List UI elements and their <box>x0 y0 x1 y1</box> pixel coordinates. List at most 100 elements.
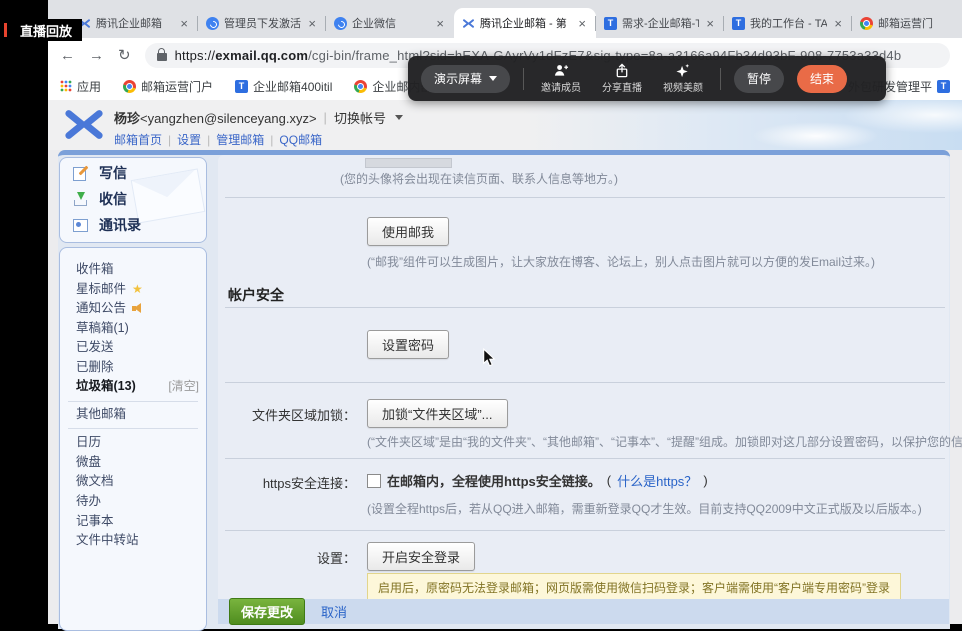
sidebar-item-calendar[interactable]: 日历 <box>60 433 206 453</box>
tab-mail-portal[interactable]: 邮箱运营门 <box>852 8 962 38</box>
chrome-circle-icon <box>123 80 136 93</box>
tab-bar: 腾讯企业邮箱 × 管理员下发激活码 × 企业微信 × 腾讯企业邮箱 - 第 × … <box>48 0 962 38</box>
share-live-button[interactable]: 分享直播 <box>598 63 646 94</box>
clipped-avatar-control <box>365 158 452 168</box>
divider <box>225 382 945 383</box>
sidebar-item-todo[interactable]: 待办 <box>60 492 206 512</box>
what-is-https-link[interactable]: 什么是https？ <box>617 471 697 490</box>
tab-close-icon[interactable]: × <box>832 16 844 31</box>
folder-drafts[interactable]: 草稿箱(1) <box>60 319 206 339</box>
pause-button[interactable]: 暂停 <box>734 65 784 93</box>
secure-login-button[interactable]: 开启安全登录 <box>367 542 475 571</box>
tab-label: 企业微信 <box>352 15 429 31</box>
tab-close-icon[interactable]: × <box>306 16 318 31</box>
folder-lock-button[interactable]: 加锁“文件夹区域”... <box>367 399 508 428</box>
bookmark-mail-portal[interactable]: 邮箱运营门户 <box>123 78 213 95</box>
receive-icon <box>73 191 89 207</box>
set-password-button[interactable]: 设置密码 <box>367 330 449 359</box>
tapd-icon: T <box>937 80 950 93</box>
folder-sent[interactable]: 已发送 <box>60 338 206 358</box>
tab-activation-codes[interactable]: 管理员下发激活码 × <box>198 8 326 38</box>
empty-spam-link[interactable]: [清空] <box>168 377 199 397</box>
avatar-hint: (您的头像将会出现在读信页面、联系人信息等地方。) <box>340 170 618 187</box>
folder-other-mail[interactable]: 其他邮箱 <box>60 405 206 425</box>
invite-members-button[interactable]: 邀请成员 <box>537 63 585 94</box>
secure-login-label: 设置： <box>218 548 356 567</box>
sidebar-item-weidocs[interactable]: 微文档 <box>60 472 206 492</box>
invite-members-label: 邀请成员 <box>541 79 581 94</box>
tab-label: 邮箱运营门 <box>878 15 962 31</box>
https-label: https安全连接： <box>218 473 356 492</box>
save-changes-button[interactable]: 保存更改 <box>229 598 305 625</box>
account-info: 杨珍<yangzhen@silenceyang.xyz> | 切换帐号 邮箱首页… <box>114 108 403 148</box>
folder-starred[interactable]: 星标邮件★ <box>60 280 206 300</box>
receive-button[interactable]: 收信 <box>60 186 206 212</box>
bookmark-label: 邮箱运营门户 <box>141 78 213 95</box>
paren-close: ) <box>703 473 707 488</box>
nav-manage-mail[interactable]: 管理邮箱 <box>216 131 264 148</box>
speaker-icon <box>132 303 144 313</box>
compose-button[interactable]: 写信 <box>60 160 206 186</box>
sidebar-item-file-transfer[interactable]: 文件中转站 <box>60 531 206 551</box>
paren-open: ( <box>607 473 611 488</box>
mouse-cursor <box>482 348 496 372</box>
https-checkbox[interactable] <box>367 474 381 488</box>
contacts-button[interactable]: 通讯录 <box>60 212 206 238</box>
folder-spam[interactable]: 垃圾箱(13)[清空] <box>60 377 206 397</box>
reload-icon[interactable]: ↻ <box>118 48 131 63</box>
https-setting-row: 在邮箱内，全程使用https安全链接。 ( 什么是https？ ) <box>367 471 708 490</box>
video-beauty-button[interactable]: 视频美颜 <box>659 63 707 94</box>
folder-announcements[interactable]: 通知公告 <box>60 299 206 319</box>
https-checkbox-text: 在邮箱内，全程使用https安全链接。 <box>387 471 601 490</box>
account-user: 杨珍<yangzhen@silenceyang.xyz> <box>114 108 317 127</box>
sidebar-folders: 收件箱 星标邮件★ 通知公告 草稿箱(1) 已发送 已删除 垃圾箱(13)[清空… <box>59 247 207 631</box>
divider <box>225 458 945 459</box>
mailme-hint: (“邮我”组件可以生成图片，让大家放在博客、论坛上，别人点击图片就可以方便的发E… <box>367 253 875 270</box>
tab-tapd-workbench[interactable]: T 我的工作台 - TAP × <box>724 8 852 38</box>
tab-label: 我的工作台 - TAP <box>750 15 827 31</box>
live-replay-badge: 直播回放 <box>2 19 82 41</box>
save-bar: 保存更改 取消 <box>218 599 949 624</box>
tab-exmail-1[interactable]: 腾讯企业邮箱 × <box>70 8 198 38</box>
tab-label: 腾讯企业邮箱 - 第 <box>480 15 571 31</box>
live-replay-label: 直播回放 <box>20 21 72 40</box>
forward-icon[interactable]: → <box>89 48 104 63</box>
exmail-header: 杨珍<yangzhen@silenceyang.xyz> | 切换帐号 邮箱首页… <box>48 100 962 150</box>
tab-close-icon[interactable]: × <box>434 16 446 31</box>
bookmark-exmail-400[interactable]: T 企业邮箱400itil <box>235 78 332 95</box>
receive-label: 收信 <box>99 189 127 209</box>
separator: | <box>168 133 171 147</box>
tab-close-icon[interactable]: × <box>576 16 588 31</box>
url-domain: exmail.qq.com <box>215 48 308 63</box>
divider <box>225 307 945 308</box>
separator: | <box>207 133 210 147</box>
switch-account-link[interactable]: 切换帐号 <box>334 108 386 127</box>
nav-settings[interactable]: 设置 <box>177 131 201 148</box>
present-screen-button[interactable]: 演示屏幕 <box>421 65 510 93</box>
tab-exmail-active[interactable]: 腾讯企业邮箱 - 第 × <box>454 8 596 38</box>
bookmark-label: 企业邮箱400itil <box>253 78 332 95</box>
folder-inbox[interactable]: 收件箱 <box>60 260 206 280</box>
tab-wecom[interactable]: 企业微信 × <box>326 8 454 38</box>
tab-tapd-requirement[interactable]: T 需求-企业邮箱-TA × <box>596 8 724 38</box>
tab-close-icon[interactable]: × <box>178 16 190 31</box>
end-button[interactable]: 结束 <box>797 65 847 93</box>
share-live-label: 分享直播 <box>602 79 642 94</box>
sidebar-item-weidrive[interactable]: 微盘 <box>60 453 206 473</box>
folder-deleted[interactable]: 已删除 <box>60 358 206 378</box>
cancel-link[interactable]: 取消 <box>321 602 347 621</box>
mailme-button[interactable]: 使用邮我 <box>367 217 449 246</box>
sparkle-icon <box>675 63 691 78</box>
back-icon[interactable]: ← <box>60 48 75 63</box>
wecom-favicon-icon <box>206 17 219 30</box>
sidebar-item-notes[interactable]: 记事本 <box>60 512 206 532</box>
bookmark-apps[interactable]: 应用 <box>60 78 101 95</box>
sidebar-apps: 日历 微盘 微文档 待办 记事本 文件中转站 <box>60 433 206 551</box>
tab-close-icon[interactable]: × <box>704 16 716 31</box>
live-accent-bar <box>4 23 7 37</box>
nav-mail-home[interactable]: 邮箱首页 <box>114 131 162 148</box>
end-label: 结束 <box>810 70 834 87</box>
tapd-favicon-icon: T <box>732 17 745 30</box>
blue-square-icon: T <box>235 80 248 93</box>
nav-qq-mail[interactable]: QQ邮箱 <box>279 131 322 148</box>
